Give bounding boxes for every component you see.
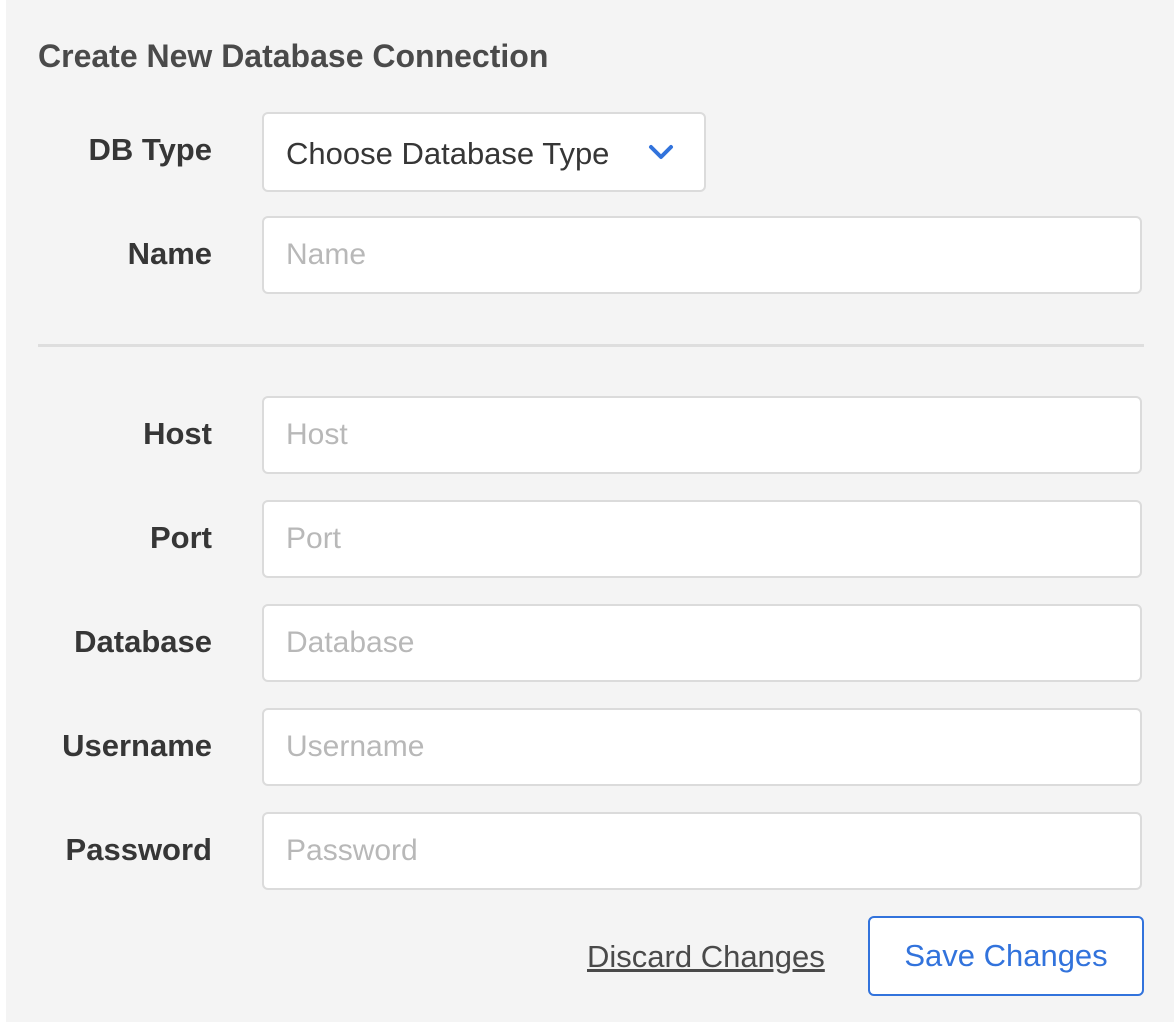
port-input[interactable] <box>262 500 1142 578</box>
db-type-selected-value: Choose Database Type <box>286 136 610 171</box>
username-label: Username <box>62 728 212 763</box>
host-input[interactable] <box>262 396 1142 474</box>
password-label: Password <box>65 832 212 867</box>
port-label: Port <box>150 520 212 555</box>
password-input[interactable] <box>262 812 1142 890</box>
username-input[interactable] <box>262 708 1142 786</box>
host-label: Host <box>143 416 212 451</box>
name-input[interactable] <box>262 216 1142 294</box>
section-divider <box>38 344 1144 347</box>
form-title: Create New Database Connection <box>38 38 549 74</box>
database-connection-panel: Create New Database Connection DB Type C… <box>6 0 1174 1022</box>
database-label: Database <box>74 624 212 659</box>
chevron-down-icon <box>649 145 673 159</box>
database-input[interactable] <box>262 604 1142 682</box>
db-type-label: DB Type <box>88 132 212 167</box>
db-type-select[interactable]: Choose Database Type <box>262 112 706 192</box>
save-changes-button[interactable]: Save Changes <box>868 916 1144 996</box>
discard-changes-link[interactable]: Discard Changes <box>587 936 825 978</box>
name-label: Name <box>127 236 212 271</box>
